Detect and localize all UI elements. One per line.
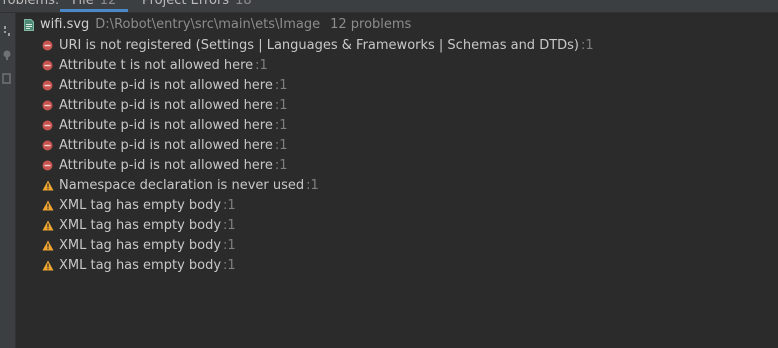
problem-row[interactable]: Attribute p-id is not allowed here:1 (42, 95, 288, 115)
problem-location: :1 (223, 217, 236, 233)
file-name: wifi.svg (40, 17, 90, 32)
problem-message: Attribute p-id is not allowed here (59, 117, 273, 133)
problem-row[interactable]: Namespace declaration is never used:1 (42, 175, 319, 195)
problem-message: XML tag has empty body (59, 217, 222, 233)
problem-location: :1 (255, 57, 268, 73)
tab-file[interactable]: File 12 (72, 0, 116, 8)
filter-icon[interactable] (1, 49, 13, 61)
problem-message: Attribute p-id is not allowed here (59, 77, 273, 93)
problem-message: XML tag has empty body (59, 257, 222, 273)
problem-message: URI is not registered (Settings | Langua… (59, 37, 579, 53)
problem-message: Namespace declaration is never used (59, 177, 305, 193)
problem-location: :1 (274, 137, 288, 153)
problem-location: :1 (274, 77, 288, 93)
problem-location: :1 (274, 157, 288, 173)
problem-row[interactable]: XML tag has empty body:1 (42, 215, 236, 235)
warning-icon (42, 200, 54, 211)
problem-row[interactable]: Attribute p-id is not allowed here:1 (42, 155, 288, 175)
tab-project-errors-count: 18 (235, 0, 252, 8)
error-icon (42, 100, 53, 111)
problem-location: :1 (223, 257, 236, 273)
panel-label: Problems: (0, 0, 60, 8)
preview-icon[interactable] (1, 73, 13, 85)
tab-file-count: 12 (99, 0, 117, 8)
problems-tree: wifi.svg D:\Robot\entry\src\main\ets\Ima… (16, 13, 778, 348)
problem-row[interactable]: Attribute p-id is not allowed here:1 (42, 115, 288, 135)
problems-side-toolbar (0, 13, 16, 348)
problems-tool-window: Problems: File 12 Project Errors 18 wifi… (0, 0, 778, 348)
problem-location: :1 (223, 197, 236, 213)
problem-message: XML tag has empty body (59, 197, 222, 213)
error-icon (42, 140, 53, 151)
file-problem-count: 12 problems (330, 17, 412, 32)
problem-location: :1 (223, 237, 236, 253)
problem-row[interactable]: Attribute t is not allowed here:1 (42, 55, 268, 75)
error-icon (42, 40, 53, 51)
svg-file-icon (24, 18, 34, 31)
file-node[interactable]: wifi.svg D:\Robot\entry\src\main\ets\Ima… (24, 16, 411, 33)
problem-location: :1 (306, 177, 319, 193)
error-icon (42, 60, 53, 71)
group-by-icon[interactable] (1, 25, 13, 37)
problem-row[interactable]: URI is not registered (Settings | Langua… (42, 35, 594, 55)
problem-row[interactable]: Attribute p-id is not allowed here:1 (42, 75, 288, 95)
problem-row[interactable]: Attribute p-id is not allowed here:1 (42, 135, 288, 155)
error-icon (42, 160, 53, 171)
tab-project-errors-label: Project Errors (142, 0, 230, 8)
problem-location: :1 (274, 117, 288, 133)
problem-message: Attribute p-id is not allowed here (59, 157, 273, 173)
problem-message: Attribute t is not allowed here (59, 57, 254, 73)
tab-project-errors[interactable]: Project Errors 18 (142, 0, 252, 8)
problem-message: Attribute p-id is not allowed here (59, 137, 273, 153)
active-tab-indicator (60, 9, 128, 12)
warning-icon (42, 240, 54, 251)
problem-row[interactable]: XML tag has empty body:1 (42, 195, 236, 215)
problem-message: XML tag has empty body (59, 237, 222, 253)
error-icon (42, 120, 53, 131)
problem-location: :1 (581, 37, 594, 53)
problem-row[interactable]: XML tag has empty body:1 (42, 255, 236, 275)
warning-icon (42, 180, 54, 191)
problem-message: Attribute p-id is not allowed here (59, 97, 273, 113)
problems-tab-bar: Problems: File 12 Project Errors 18 (0, 0, 778, 13)
tab-file-label: File (72, 0, 94, 8)
problem-location: :1 (274, 97, 288, 113)
error-icon (42, 80, 53, 91)
warning-icon (42, 220, 54, 231)
warning-icon (42, 260, 54, 271)
problem-row[interactable]: XML tag has empty body:1 (42, 235, 236, 255)
file-path: D:\Robot\entry\src\main\ets\Image (95, 17, 321, 32)
